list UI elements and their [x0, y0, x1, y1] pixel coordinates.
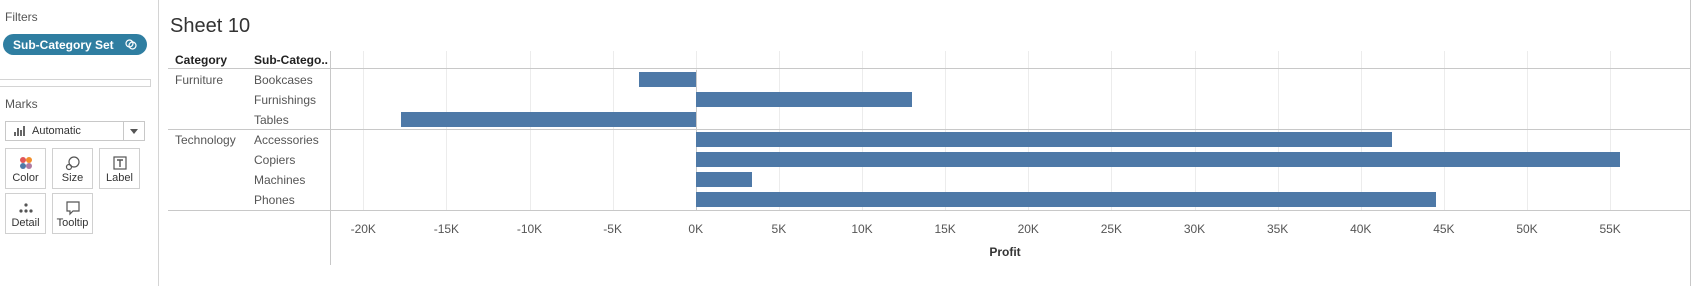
x-tick-label: 10K [851, 222, 873, 236]
x-tick-label: 20K [1017, 222, 1039, 236]
x-tick-label: 15K [934, 222, 956, 236]
gridline [529, 51, 531, 210]
gridline [1028, 51, 1030, 210]
gridline [778, 51, 780, 210]
category-label[interactable]: Furniture [175, 73, 223, 87]
mark-type-dropdown[interactable]: Automatic [5, 121, 145, 141]
gridline [1360, 51, 1362, 210]
color-icon [19, 157, 32, 169]
x-tick-label: 25K [1100, 222, 1123, 236]
subcategory-header[interactable]: Sub-Catego.. [254, 53, 328, 67]
header-divider [168, 68, 1690, 69]
filter-pill-label: Sub-Category Set [13, 37, 114, 52]
profit-bar[interactable] [695, 192, 1436, 207]
left-panel: Filters Sub-Category Set Marks Automatic… [0, 0, 151, 286]
detail-button-label: Detail [11, 217, 40, 229]
color-button[interactable]: Color [5, 148, 46, 189]
subcategory-label[interactable]: Machines [254, 173, 305, 187]
right-border [1690, 0, 1691, 286]
size-button[interactable]: Size [52, 148, 93, 189]
subcategory-label[interactable]: Bookcases [254, 73, 313, 87]
x-tick-label: 50K [1516, 222, 1538, 236]
profit-bar[interactable] [695, 132, 1393, 147]
marks-title: Marks [5, 97, 38, 111]
pane-left-border [330, 51, 331, 265]
filters-card: Filters Sub-Category Set [0, 0, 151, 80]
label-button[interactable]: Label [99, 148, 140, 189]
subcategory-label[interactable]: Accessories [254, 133, 319, 147]
chevron-down-icon[interactable] [130, 129, 138, 134]
x-tick-label: 0K [688, 222, 704, 236]
size-icon [65, 156, 80, 171]
x-tick-label: 30K [1183, 222, 1206, 236]
gridline [945, 51, 947, 210]
profit-bar[interactable] [695, 172, 753, 187]
tooltip-button-label: Tooltip [56, 217, 89, 229]
category-label[interactable]: Technology [175, 133, 236, 147]
gridline [1277, 51, 1279, 210]
x-tick-label: 45K [1433, 222, 1455, 236]
color-button-label: Color [12, 172, 39, 184]
bar-chart-icon [14, 126, 26, 136]
group-divider [168, 129, 1690, 130]
x-tick-label: 5K [771, 222, 787, 236]
label-icon [112, 156, 127, 170]
tooltip-button[interactable]: Tooltip [52, 193, 93, 234]
profit-bar[interactable] [639, 72, 696, 87]
subcategory-label[interactable]: Phones [254, 193, 295, 207]
sub-category-set-filter-pill[interactable]: Sub-Category Set [3, 34, 147, 55]
x-tick-label: 35K [1266, 222, 1289, 236]
tooltip-icon [65, 201, 80, 216]
axis-baseline [168, 210, 1690, 211]
gridline [1443, 51, 1445, 210]
x-tick-label: 55K [1599, 222, 1621, 236]
subcategory-label[interactable]: Furnishings [254, 93, 316, 107]
gridline [862, 51, 863, 210]
mark-type-value: Automatic [32, 125, 81, 137]
gridline [1111, 51, 1113, 210]
detail-button[interactable]: Detail [5, 193, 46, 234]
x-tick-label: 40K [1350, 222, 1372, 236]
x-axis-title[interactable]: Profit [989, 245, 1020, 259]
x-tick-label: -10K [516, 222, 543, 236]
subcategory-label[interactable]: Tables [254, 113, 289, 127]
gridline [1527, 51, 1528, 210]
set-icon [125, 39, 137, 50]
filters-title: Filters [5, 10, 38, 24]
subcategory-label[interactable]: Copiers [254, 153, 295, 167]
category-header[interactable]: Category [175, 53, 227, 67]
profit-bar[interactable] [401, 112, 696, 127]
profit-bar[interactable] [695, 92, 912, 107]
gridline [1610, 51, 1612, 210]
detail-icon [18, 203, 33, 213]
sheet-title: Sheet 10 [170, 15, 251, 37]
x-tick-label: -5K [603, 222, 622, 236]
x-tick-label: -15K [433, 222, 460, 236]
gridline [446, 51, 448, 210]
size-button-label: Size [61, 172, 84, 184]
gridline [1194, 51, 1196, 210]
gridline [612, 51, 614, 210]
gridline [363, 51, 365, 210]
label-button-label: Label [106, 172, 133, 184]
x-tick-label: -20K [350, 222, 376, 236]
profit-bar[interactable] [695, 152, 1621, 167]
dropdown-separator [123, 122, 124, 140]
